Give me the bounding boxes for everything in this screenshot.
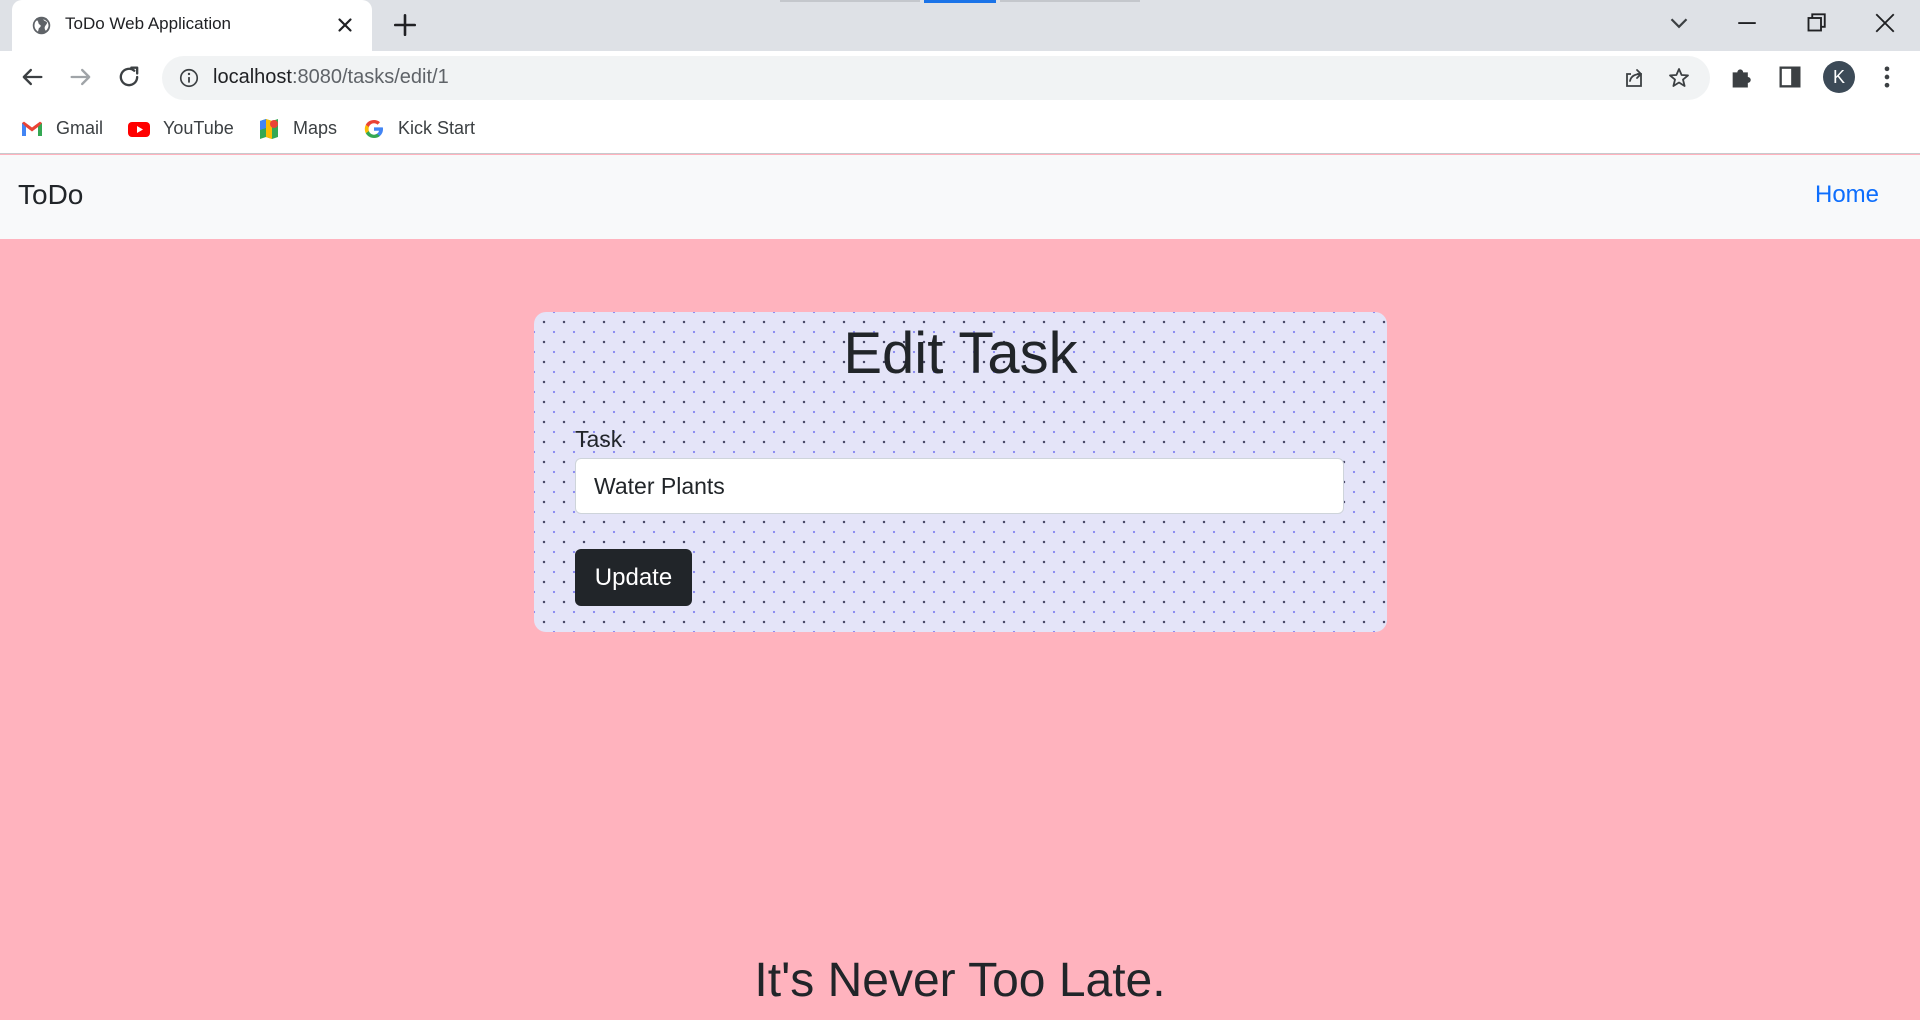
home-link[interactable]: Home [1815,181,1879,209]
side-panel-icon[interactable] [1776,63,1804,91]
new-tab-icon[interactable] [392,12,418,38]
bookmark-label: YouTube [163,118,234,138]
reload-icon[interactable] [115,63,143,91]
tab-divider [1000,0,1140,2]
gmail-icon [22,121,42,136]
footer-tagline: It's Never Too Late. [754,954,1166,1007]
bookmark-star-icon[interactable] [1667,66,1691,90]
bookmark-label: Kick Start [398,118,476,138]
google-icon [364,120,383,138]
navbar-brand[interactable]: ToDo [18,179,83,211]
restore-icon[interactable] [1801,8,1831,38]
forward-arrow-icon[interactable] [67,63,95,91]
maps-icon [260,119,278,139]
page-title: Edit Task [843,321,1078,386]
app-navbar: ToDo Home [0,155,1920,239]
youtube-icon [128,122,150,137]
browser-tab-active[interactable]: ToDo Web Application [12,0,372,51]
bookmark-label: Gmail [56,118,104,138]
minimize-icon[interactable] [1732,8,1762,38]
tab-divider [780,0,920,2]
update-button[interactable]: Update [575,549,692,606]
address-bar[interactable]: localhost:8080/tasks/edit/1 [162,56,1710,100]
edit-task-card: Edit Task Task Update [534,312,1387,632]
bookmarks-bar: Gmail YouTube Maps Kick Start [0,104,1920,154]
globe-icon [32,16,51,35]
task-input[interactable] [575,458,1344,514]
extensions-puzzle-icon[interactable] [1728,63,1756,91]
url-host: localhost [213,66,292,88]
bookmark-label: Maps [293,118,338,138]
url-path: :8080/tasks/edit/1 [291,66,449,88]
loading-indicator [924,0,996,3]
profile-avatar[interactable]: K [1823,61,1855,93]
site-info-icon[interactable] [178,67,200,89]
tab-title: ToDo Web Application [65,14,232,33]
tab-search-icon[interactable] [1664,8,1694,38]
browser-tab-strip: ToDo Web Application [0,0,1920,51]
share-icon[interactable] [1622,66,1646,90]
task-label: Task [575,426,623,452]
url-text: localhost:8080/tasks/edit/1 [213,66,449,89]
close-window-icon[interactable] [1870,8,1900,38]
close-tab-icon[interactable] [334,14,356,36]
browser-toolbar: localhost:8080/tasks/edit/1 K [0,51,1920,104]
back-arrow-icon[interactable] [18,63,46,91]
more-menu-icon[interactable] [1873,63,1901,91]
